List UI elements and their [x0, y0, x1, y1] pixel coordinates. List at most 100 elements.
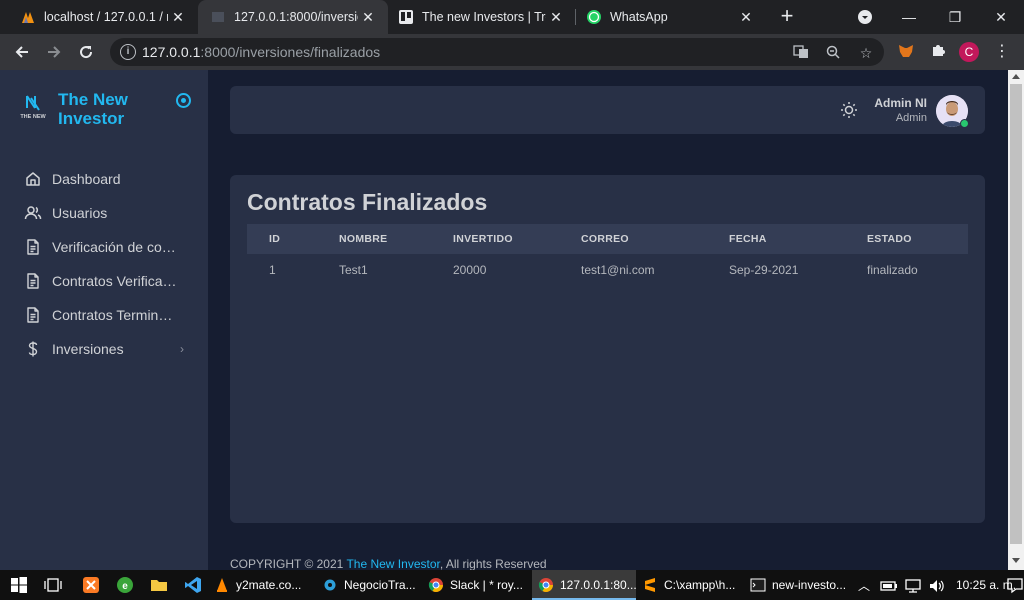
taskbar-app-sublime[interactable]: C:\xampp\h... — [642, 570, 742, 600]
taskbar-app-terminal[interactable]: new-investo... — [750, 570, 850, 600]
vscode-icon[interactable] — [184, 576, 202, 594]
minimize-button[interactable]: — — [886, 0, 932, 34]
table-cell: Sep-29-2021 — [729, 263, 799, 277]
tab-title: The new Investors | Trel — [422, 10, 546, 24]
taskbar-app-label: new-investo... — [772, 578, 847, 592]
profile-avatar[interactable]: C — [959, 42, 979, 62]
close-window-button[interactable]: ✕ — [978, 0, 1024, 34]
app-green-icon[interactable]: e — [116, 576, 134, 594]
battery-icon[interactable] — [880, 577, 898, 595]
back-button[interactable] — [10, 40, 34, 64]
sidebar-item-verificacion[interactable]: Verificación de contratos — [0, 230, 208, 264]
app-page: THE NEW The New Investor Dashboard Usuar… — [0, 70, 1008, 570]
svg-text:e: e — [122, 581, 128, 592]
sidebar-item-inversiones[interactable]: Inversiones › — [0, 332, 208, 366]
column-header[interactable]: CORREO — [581, 224, 729, 254]
tab-search-button[interactable] — [842, 0, 888, 34]
tab-phpmyadmin[interactable]: localhost / 127.0.0.1 / n ✕ — [0, 0, 198, 34]
metamask-icon[interactable] — [896, 42, 916, 62]
dollar-icon — [28, 341, 38, 357]
sidebar-item-contratos-verificados[interactable]: Contratos Verificados — [0, 264, 208, 298]
zoom-icon[interactable] — [824, 44, 842, 62]
contracts-table: ID NOMBRE INVERTIDO CORREO FECHA ESTADO … — [247, 224, 968, 286]
contracts-card: Contratos Finalizados ID NOMBRE INVERTID… — [230, 175, 985, 523]
tab-trello[interactable]: The new Investors | Trel ✕ — [388, 0, 576, 34]
scroll-up-arrow-icon[interactable] — [1012, 74, 1020, 79]
whatsapp-icon — [587, 10, 601, 24]
scroll-down-arrow-icon[interactable] — [1012, 558, 1020, 563]
taskbar-app-label: C:\xampp\h... — [664, 578, 736, 592]
table-cell: finalizado — [867, 263, 918, 277]
column-header[interactable]: FECHA — [729, 224, 867, 254]
reload-icon — [80, 46, 93, 59]
sidebar-item-label: Dashboard — [52, 171, 121, 187]
column-header[interactable]: INVERTIDO — [453, 224, 581, 254]
scroll-thumb[interactable] — [1010, 84, 1022, 544]
user-name[interactable]: Admin NI — [874, 96, 927, 110]
notifications-icon[interactable] — [1006, 576, 1024, 594]
address-bar[interactable]: i 127.0.0.1:8000/inversiones/finalizados… — [110, 38, 884, 66]
chevron-down-icon — [858, 10, 872, 24]
browser-tab-bar: localhost / 127.0.0.1 / n ✕ 127.0.0.1:80… — [0, 0, 1024, 34]
page-title: Contratos Finalizados — [247, 189, 488, 215]
volume-icon[interactable] — [928, 577, 946, 595]
xampp-icon[interactable] — [82, 576, 100, 594]
page-scrollbar[interactable] — [1008, 70, 1024, 570]
info-icon[interactable]: i — [120, 44, 136, 60]
online-status-dot — [960, 119, 969, 128]
sidebar-item-usuarios[interactable]: Usuarios — [0, 196, 208, 230]
brand[interactable]: THE NEW The New Investor — [18, 90, 158, 128]
close-icon[interactable]: ✕ — [546, 9, 566, 26]
windows-taskbar: e y2mate.co... NegocioTra... Slack | * r… — [0, 570, 1024, 600]
taskbar-app-chrome[interactable]: 127.0.0.1:80... — [532, 570, 637, 600]
forward-button[interactable] — [42, 40, 66, 64]
close-icon[interactable]: ✕ — [168, 9, 188, 26]
new-tab-button[interactable]: + — [776, 5, 798, 28]
gear-icon — [324, 579, 336, 591]
taskbar-app-y2mate[interactable]: y2mate.co... — [214, 570, 314, 600]
sublime-text-icon — [645, 578, 655, 592]
network-icon[interactable] — [904, 577, 922, 595]
close-icon[interactable]: ✕ — [736, 9, 756, 26]
taskbar-app-negociotrading[interactable]: NegocioTra... — [322, 570, 422, 600]
column-header[interactable]: NOMBRE — [339, 224, 453, 254]
footer-brand-link[interactable]: The New Investor — [346, 557, 439, 570]
column-header[interactable]: ID — [247, 224, 339, 254]
sidebar-item-label: Contratos Terminados — [52, 307, 180, 323]
sidebar-item-dashboard[interactable]: Dashboard — [0, 162, 208, 196]
reload-button[interactable] — [74, 40, 98, 64]
sidebar: THE NEW The New Investor Dashboard Usuar… — [0, 70, 208, 570]
file-explorer-icon[interactable] — [150, 576, 168, 594]
windows-start-icon[interactable] — [10, 576, 28, 594]
bookmark-star-icon[interactable]: ☆ — [857, 44, 875, 62]
restore-button[interactable]: ❐ — [932, 0, 978, 34]
chrome-icon — [538, 578, 553, 592]
user-role: Admin — [895, 112, 927, 124]
table-cell: 20000 — [453, 263, 487, 277]
task-view-icon[interactable] — [44, 576, 62, 594]
sidebar-collapse-toggle[interactable] — [176, 93, 191, 108]
tab-inversiones[interactable]: 127.0.0.1:8000/inversion ✕ — [198, 0, 388, 34]
taskbar-app-slack[interactable]: Slack | * roy... — [428, 570, 528, 600]
copyright-text: COPYRIGHT © 2021 — [230, 557, 347, 570]
more-vert-icon[interactable]: ⋮ — [992, 42, 1012, 62]
taskbar-app-label: NegocioTra... — [344, 578, 416, 592]
users-icon — [24, 206, 42, 220]
column-header[interactable]: ESTADO — [867, 224, 968, 254]
sidebar-item-contratos-terminados[interactable]: Contratos Terminados — [0, 298, 208, 332]
phpmyadmin-icon — [22, 12, 34, 23]
taskbar-app-label: y2mate.co... — [236, 578, 302, 592]
tab-title: 127.0.0.1:8000/inversion — [234, 10, 358, 24]
chevron-right-icon: › — [180, 342, 184, 356]
translate-icon[interactable] — [792, 44, 810, 62]
tray-chevron-up-icon[interactable]: ︿ — [858, 570, 870, 600]
url-text: 127.0.0.1:8000/inversiones/finalizados — [142, 44, 381, 60]
brand-name-line: Investor — [58, 109, 125, 128]
taskbar-app-label: 127.0.0.1:80... — [560, 578, 637, 592]
close-icon[interactable]: ✕ — [358, 9, 378, 26]
vlc-icon — [217, 578, 227, 592]
tab-whatsapp[interactable]: WhatsApp ✕ — [576, 0, 766, 34]
extensions-puzzle-icon[interactable] — [928, 42, 948, 62]
sun-icon[interactable] — [840, 101, 858, 119]
arrow-right-icon — [48, 46, 61, 58]
